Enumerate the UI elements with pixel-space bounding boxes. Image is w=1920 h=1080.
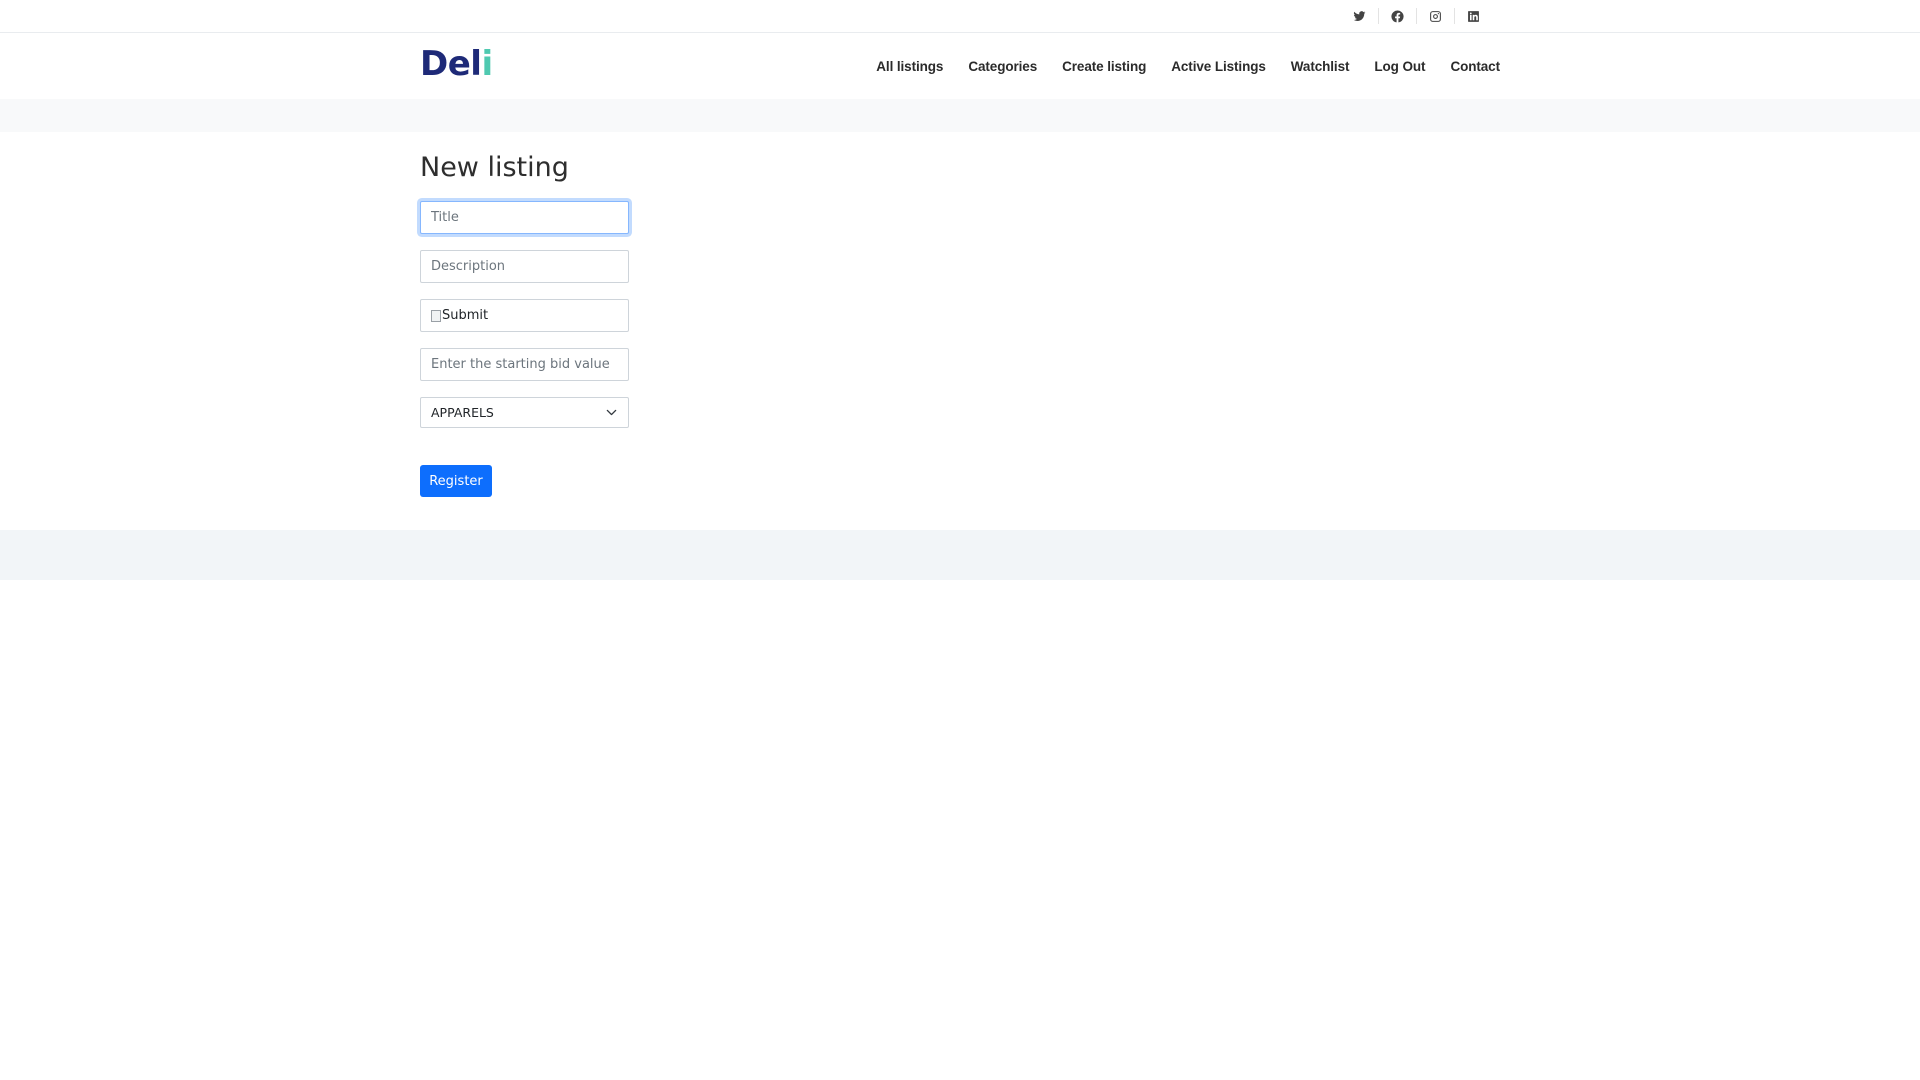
main-nav: All listings Categories Create listing A… [876, 33, 1500, 99]
starting-bid-input[interactable] [420, 348, 629, 381]
nav-categories[interactable]: Categories [968, 59, 1037, 74]
image-alt-text: Submit [442, 308, 489, 323]
instagram-link[interactable] [1416, 8, 1454, 24]
nav-all-listings[interactable]: All listings [876, 59, 943, 74]
title-input[interactable] [420, 201, 629, 234]
nav-log-out[interactable]: Log Out [1374, 59, 1425, 74]
category-select-box[interactable]: APPARELS [420, 397, 629, 428]
site-header: Deli All listings Categories Create list… [0, 33, 1920, 99]
logo-accent: i [481, 44, 493, 84]
chevron-down-icon [606, 409, 617, 416]
image-submit-input[interactable]: Submit [420, 299, 629, 332]
nav-watchlist[interactable]: Watchlist [1291, 59, 1350, 74]
twitter-link[interactable] [1340, 8, 1378, 24]
linkedin-link[interactable] [1454, 8, 1492, 24]
nav-create-listing[interactable]: Create listing [1062, 59, 1146, 74]
register-button[interactable]: Register [420, 465, 492, 497]
facebook-icon [1391, 10, 1404, 22]
category-select[interactable]: APPARELS [420, 397, 629, 428]
breadcrumb-band [0, 99, 1920, 132]
footer [0, 530, 1920, 580]
page-title: New listing [420, 152, 569, 183]
nav-active-listings[interactable]: Active Listings [1171, 59, 1266, 74]
social-links [1340, 0, 1492, 32]
category-selected-value: APPARELS [431, 405, 494, 420]
twitter-icon [1353, 10, 1365, 21]
logo-text: Del [420, 44, 482, 84]
broken-image-icon [431, 309, 441, 322]
social-bar [0, 0, 1920, 33]
facebook-link[interactable] [1378, 8, 1416, 24]
nav-contact[interactable]: Contact [1450, 59, 1500, 74]
logo[interactable]: Deli [420, 44, 493, 84]
instagram-icon [1430, 10, 1441, 22]
linkedin-icon [1468, 10, 1479, 22]
description-input[interactable] [420, 250, 629, 283]
